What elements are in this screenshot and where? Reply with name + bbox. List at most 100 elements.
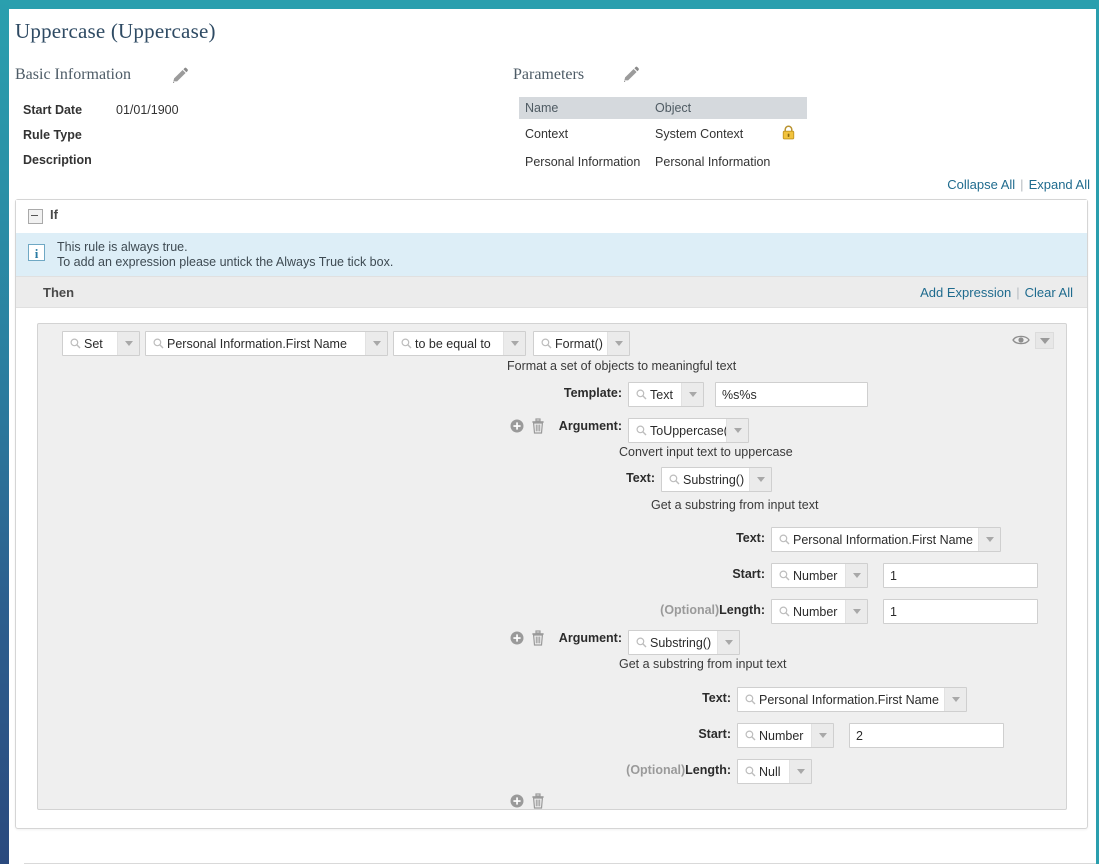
function-description: Format a set of objects to meaningful te…: [507, 359, 737, 373]
argument-2-start-value-input[interactable]: [849, 723, 1004, 748]
argument-1-function-dropdown[interactable]: ToUppercase(): [628, 418, 749, 443]
basic-info-label-rule-type: Rule Type: [23, 128, 82, 142]
column-header-name: Name: [519, 97, 650, 119]
argument-2-text-value: Personal Information.First Name: [759, 692, 939, 707]
argument-1-function-value: ToUppercase(): [650, 423, 726, 438]
parameter-object: Personal Information: [655, 155, 771, 169]
magnifier-icon: [742, 694, 759, 705]
nested-1-length-type-value: Number: [793, 604, 838, 619]
nested-1-start-value-input[interactable]: [883, 563, 1038, 588]
trash-icon[interactable]: [531, 793, 545, 812]
argument-2-text-dropdown[interactable]: Personal Information.First Name: [737, 687, 967, 712]
magnifier-icon: [776, 570, 793, 581]
magnifier-icon: [538, 338, 555, 349]
chevron-down-icon[interactable]: [503, 332, 525, 355]
argument-2-function-dropdown[interactable]: Substring(): [628, 630, 740, 655]
nested-1-length-label-text: Length:: [719, 603, 765, 617]
magnifier-icon: [666, 474, 683, 485]
template-type-value: Text: [650, 387, 673, 402]
plus-circle-icon[interactable]: [510, 794, 524, 811]
chevron-down-icon[interactable]: [717, 631, 739, 654]
argument-2-start-type-dropdown[interactable]: Number: [737, 723, 834, 748]
chevron-down-icon[interactable]: [726, 419, 748, 442]
page-title: Uppercase (Uppercase): [15, 19, 216, 43]
action-dropdown[interactable]: Set: [62, 331, 140, 356]
expand-all-link[interactable]: Expand All: [1029, 177, 1090, 192]
expression-panel: Set Personal Information.First Name to b…: [37, 323, 1067, 810]
parameters-heading: Parameters: [513, 66, 585, 83]
info-banner: i This rule is always true. To add an ex…: [16, 233, 1087, 276]
tree-controls: Collapse All | Expand All: [947, 177, 1090, 192]
lock-icon: [782, 125, 795, 140]
magnifier-icon: [67, 338, 84, 349]
chevron-down-icon[interactable]: [117, 332, 139, 355]
magnifier-icon: [633, 389, 650, 400]
chevron-down-icon[interactable]: [978, 528, 1000, 551]
basic-info-value-start-date: 01/01/1900: [116, 103, 179, 117]
parameter-lock-cell: [776, 119, 807, 149]
collapse-minus-icon[interactable]: [28, 209, 43, 224]
parameter-name: Personal Information: [525, 155, 641, 169]
argument-2-length-label-text: Length:: [685, 763, 731, 777]
if-section-label: If: [50, 207, 58, 222]
then-section-links: Add Expression | Clear All: [920, 285, 1073, 300]
parameter-object: System Context: [655, 127, 744, 141]
chevron-down-icon[interactable]: [365, 332, 387, 355]
magnifier-icon: [776, 534, 793, 545]
info-icon: i: [28, 244, 45, 261]
chevron-down-icon[interactable]: [749, 468, 771, 491]
application-frame: Uppercase (Uppercase) Basic Information …: [0, 0, 1099, 864]
chevron-down-icon[interactable]: [811, 724, 833, 747]
pencil-icon[interactable]: [621, 65, 641, 85]
magnifier-icon: [633, 425, 650, 436]
template-type-dropdown[interactable]: Text: [628, 382, 704, 407]
add-expression-link[interactable]: Add Expression: [920, 285, 1011, 300]
nested-1-text-dropdown[interactable]: Personal Information.First Name: [771, 527, 1001, 552]
chevron-down-icon[interactable]: [944, 688, 966, 711]
clear-all-link[interactable]: Clear All: [1025, 285, 1073, 300]
chevron-down-icon[interactable]: [789, 760, 811, 783]
argument-2-length-type-dropdown[interactable]: Null: [737, 759, 812, 784]
table-row[interactable]: Personal Information Personal Informatio…: [519, 149, 807, 175]
action-value: Set: [84, 336, 103, 351]
nested-1-text-value: Personal Information.First Name: [793, 532, 973, 547]
argument-1-label: Argument:: [558, 419, 622, 433]
eye-icon[interactable]: [1012, 333, 1030, 349]
chevron-down-icon[interactable]: [845, 600, 867, 623]
column-header-lock: [776, 97, 807, 119]
argument-2-length-type-value: Null: [759, 764, 781, 779]
parameters-table: Name Object Context System Context Perso…: [519, 97, 807, 175]
operator-value: to be equal to: [415, 336, 491, 351]
pencil-icon[interactable]: [170, 66, 190, 86]
link-separator: |: [1016, 285, 1020, 300]
nested-1-start-type-dropdown[interactable]: Number: [771, 563, 868, 588]
if-section-header: If: [16, 200, 1087, 233]
basic-information-heading: Basic Information: [15, 66, 131, 83]
parameter-name: Context: [525, 127, 569, 141]
nested-1-length-value-input[interactable]: [883, 599, 1038, 624]
argument-1-text-dropdown[interactable]: Substring(): [661, 467, 772, 492]
target-dropdown[interactable]: Personal Information.First Name: [145, 331, 388, 356]
template-value-input[interactable]: [715, 382, 868, 407]
target-value: Personal Information.First Name: [167, 336, 347, 351]
chevron-down-icon[interactable]: [845, 564, 867, 587]
collapse-all-link[interactable]: Collapse All: [947, 177, 1015, 192]
chevron-down-icon[interactable]: [681, 383, 703, 406]
argument-1-nested-description: Get a substring from input text: [651, 498, 819, 512]
table-header-row: Name Object: [519, 97, 807, 119]
nested-1-length-type-dropdown[interactable]: Number: [771, 599, 868, 624]
nested-1-start-type-value: Number: [793, 568, 838, 583]
rule-card: If i This rule is always true. To add an…: [15, 199, 1088, 829]
then-section-header: Then Add Expression | Clear All: [16, 276, 1087, 308]
function-value: Format(): [555, 336, 603, 351]
template-label: Template:: [563, 386, 622, 400]
info-banner-line-1: This rule is always true.: [57, 240, 188, 254]
chevron-down-icon[interactable]: [1035, 332, 1054, 349]
magnifier-icon: [742, 730, 759, 741]
magnifier-icon: [150, 338, 167, 349]
left-accent-bar: [0, 0, 9, 864]
function-dropdown[interactable]: Format(): [533, 331, 630, 356]
chevron-down-icon[interactable]: [607, 332, 629, 355]
table-row[interactable]: Context System Context: [519, 119, 807, 149]
operator-dropdown[interactable]: to be equal to: [393, 331, 526, 356]
